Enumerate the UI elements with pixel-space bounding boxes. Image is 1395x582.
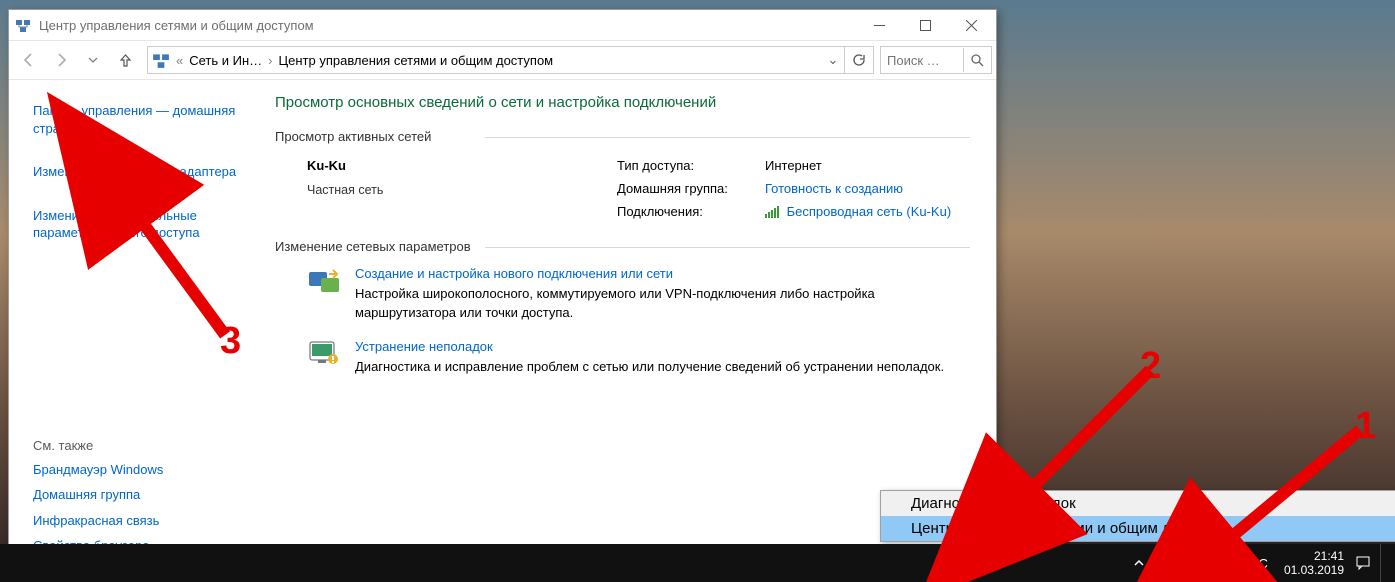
sidebar-cp-home[interactable]: Панель управления — домашняя страница [33, 98, 251, 141]
troubleshoot-link[interactable]: Устранение неполадок [355, 339, 944, 354]
tray-context-menu: Диагностика неполадок Центр управления с… [880, 490, 1395, 542]
new-connection-link[interactable]: Создание и настройка нового подключения … [355, 266, 970, 281]
tray-time: 21:41 [1284, 549, 1344, 563]
refresh-button[interactable] [844, 47, 873, 73]
navbar: « Сеть и Ин… › Центр управления сетями и… [9, 41, 996, 80]
see-also-label: См. также [33, 434, 251, 457]
page-title: Просмотр основных сведений о сети и наст… [275, 94, 970, 111]
change-settings-title: Изменение сетевых параметров [275, 239, 970, 254]
new-connection-desc: Настройка широкополосного, коммутируемог… [355, 285, 970, 323]
breadcrumb-current[interactable]: Центр управления сетями и общим доступом [275, 53, 558, 68]
ctx-open-network-center[interactable]: Центр управления сетями и общим доступом [881, 516, 1395, 541]
back-button[interactable] [13, 44, 45, 76]
active-networks-title: Просмотр активных сетей [275, 129, 970, 144]
sidebar-infrared[interactable]: Инфракрасная связь [33, 508, 251, 534]
show-desktop-peek[interactable] [1380, 544, 1389, 582]
search-box[interactable] [880, 46, 992, 74]
address-bar[interactable]: « Сеть и Ин… › Центр управления сетями и… [147, 46, 874, 74]
location-icon [152, 51, 170, 69]
titlebar: Центр управления сетями и общим доступом [9, 10, 996, 41]
tray-date: 01.03.2019 [1284, 563, 1344, 577]
forward-button[interactable] [45, 44, 77, 76]
annotation-2: 2 [1140, 345, 1161, 388]
tray-language[interactable]: РУС [1242, 556, 1268, 571]
maximize-button[interactable] [902, 10, 948, 40]
tray-clock[interactable]: 21:41 01.03.2019 [1284, 549, 1344, 578]
tray-chevron-icon[interactable] [1130, 554, 1148, 572]
ctx-diagnose[interactable]: Диагностика неполадок [881, 491, 1395, 516]
taskbar: РУС 21:41 01.03.2019 [0, 544, 1395, 582]
troubleshoot-icon [307, 339, 341, 367]
search-input[interactable] [881, 53, 963, 68]
access-type-label: Тип доступа: [617, 158, 757, 173]
app-icon [15, 17, 31, 33]
sidebar-advanced-sharing[interactable]: Изменить дополнительные параметры общего… [33, 203, 251, 246]
new-connection-icon [307, 266, 341, 294]
breadcrumb-network[interactable]: Сеть и Ин… [185, 53, 266, 68]
annotation-1: 1 [1355, 405, 1376, 448]
sidebar-homegroup[interactable]: Домашняя группа [33, 482, 251, 508]
tray-battery-icon[interactable] [1158, 554, 1176, 572]
up-button[interactable] [113, 48, 137, 72]
connections-label: Подключения: [617, 204, 757, 219]
access-type-value: Интернет [765, 158, 951, 173]
tray-wifi-icon[interactable] [1186, 554, 1204, 572]
tray-notifications-icon[interactable] [1354, 554, 1372, 572]
search-icon[interactable] [963, 48, 990, 72]
network-type: Частная сеть [307, 183, 617, 197]
sidebar-firewall[interactable]: Брандмауэр Windows [33, 457, 251, 483]
window-title: Центр управления сетями и общим доступом [39, 18, 856, 33]
crumb-prev-icon[interactable]: « [174, 53, 185, 68]
sidebar: Панель управления — домашняя страница Из… [9, 80, 259, 567]
recent-dropdown[interactable] [77, 44, 109, 76]
homegroup-link[interactable]: Готовность к созданию [765, 181, 951, 196]
chevron-right-icon: › [266, 53, 274, 68]
wifi-signal-icon [765, 206, 779, 218]
close-button[interactable] [948, 10, 994, 40]
tray-volume-icon[interactable] [1214, 554, 1232, 572]
address-dropdown[interactable]: ⌄ [822, 52, 844, 68]
connection-link[interactable]: Беспроводная сеть (Ku-Ku) [787, 204, 952, 219]
homegroup-label: Домашняя группа: [617, 181, 757, 196]
sidebar-adapter-settings[interactable]: Изменение параметров адаптера [33, 159, 251, 185]
network-center-window: Центр управления сетями и общим доступом… [8, 9, 997, 568]
minimize-button[interactable] [856, 10, 902, 40]
troubleshoot-desc: Диагностика и исправление проблем с сеть… [355, 358, 944, 377]
network-name: Ku-Ku [307, 158, 346, 173]
